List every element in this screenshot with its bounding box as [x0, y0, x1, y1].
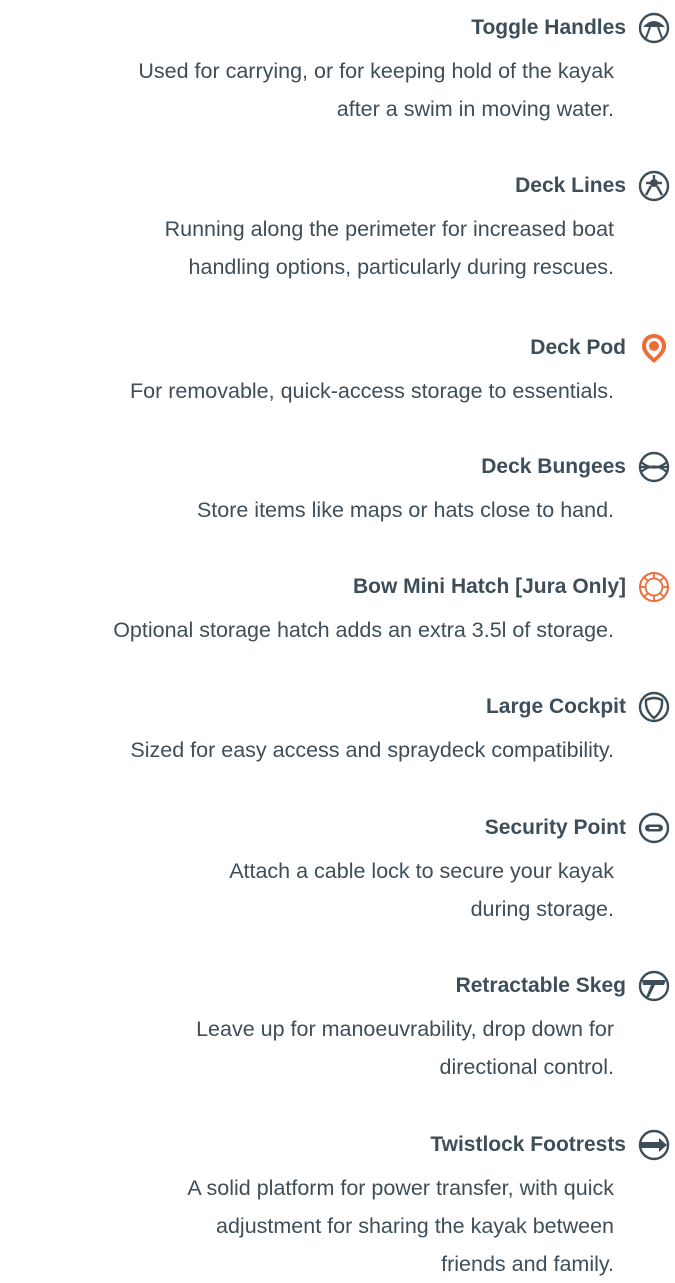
- description-line: Store items like maps or hats close to h…: [196, 498, 614, 522]
- feature-description: For removable, quick-access storage to e…: [130, 372, 614, 410]
- description-line: Leave up for manoeuvrability, drop down …: [196, 1017, 614, 1041]
- feature-description: A solid platform for power transfer, wit…: [187, 1169, 614, 1283]
- feature-title-row: Deck Bungees: [481, 449, 670, 485]
- feature-description: Used for carrying, or for keeping hold o…: [138, 52, 614, 128]
- feature-title: Deck Pod: [530, 336, 626, 359]
- description-line: A solid platform for power transfer, wit…: [187, 1176, 614, 1200]
- feature-title-row: Security Point: [485, 810, 670, 846]
- feature-title-row: Twistlock Footrests: [430, 1127, 670, 1163]
- feature-title: Deck Lines: [515, 174, 626, 197]
- feature-title-row: Bow Mini Hatch [Jura Only]: [353, 569, 670, 605]
- description-line: adjustment for sharing the kayak between: [216, 1214, 614, 1238]
- toggle-handle-icon: [638, 12, 670, 44]
- feature-title: Retractable Skeg: [455, 974, 626, 997]
- feature-title: Large Cockpit: [485, 695, 626, 718]
- feature-title: Security Point: [484, 816, 626, 839]
- cockpit-icon: [638, 691, 670, 723]
- footrest-icon: [638, 1129, 670, 1161]
- feature-description: Store items like maps or hats close to h…: [197, 491, 614, 529]
- description-line: Attach a cable lock to secure your kayak: [229, 859, 614, 883]
- description-line: For removable, quick-access storage to e…: [130, 379, 614, 403]
- feature-description: Leave up for manoeuvrability, drop down …: [196, 1010, 614, 1086]
- description-line: Used for carrying, or for keeping hold o…: [138, 59, 614, 83]
- deck-bungees-icon: [638, 451, 670, 483]
- feature-title-row: Deck Lines: [515, 168, 670, 204]
- feature-title: Deck Bungees: [481, 455, 626, 478]
- description-line: directional control.: [439, 1055, 614, 1079]
- description-line: during storage.: [470, 897, 614, 921]
- feature-title-row: Toggle Handles: [471, 10, 670, 46]
- deck-lines-icon: [638, 170, 670, 202]
- description-line: handling options, particularly during re…: [188, 255, 614, 279]
- feature-title: Toggle Handles: [471, 16, 626, 39]
- bow-hatch-icon: [638, 571, 670, 603]
- feature-title: Bow Mini Hatch [Jura Only]: [352, 575, 626, 598]
- description-line: after a swim in moving water.: [336, 97, 614, 121]
- feature-description: Running along the perimeter for increase…: [165, 210, 614, 286]
- description-line: Optional storage hatch adds an extra 3.5…: [113, 618, 614, 642]
- security-point-icon: [638, 812, 670, 844]
- feature-title-row: Deck Pod: [530, 330, 670, 366]
- deck-pod-icon: [638, 332, 670, 364]
- feature-title-row: Large Cockpit: [486, 689, 670, 725]
- feature-description: Sized for easy access and spraydeck comp…: [130, 731, 614, 769]
- feature-description: Attach a cable lock to secure your kayak…: [229, 852, 614, 928]
- description-line: Running along the perimeter for increase…: [164, 217, 614, 241]
- feature-description: Optional storage hatch adds an extra 3.5…: [113, 611, 614, 649]
- feature-title: Twistlock Footrests: [430, 1133, 626, 1156]
- description-line: Sized for easy access and spraydeck comp…: [130, 738, 614, 762]
- feature-title-row: Retractable Skeg: [456, 968, 670, 1004]
- description-line: friends and family.: [441, 1252, 614, 1276]
- skeg-icon: [638, 970, 670, 1002]
